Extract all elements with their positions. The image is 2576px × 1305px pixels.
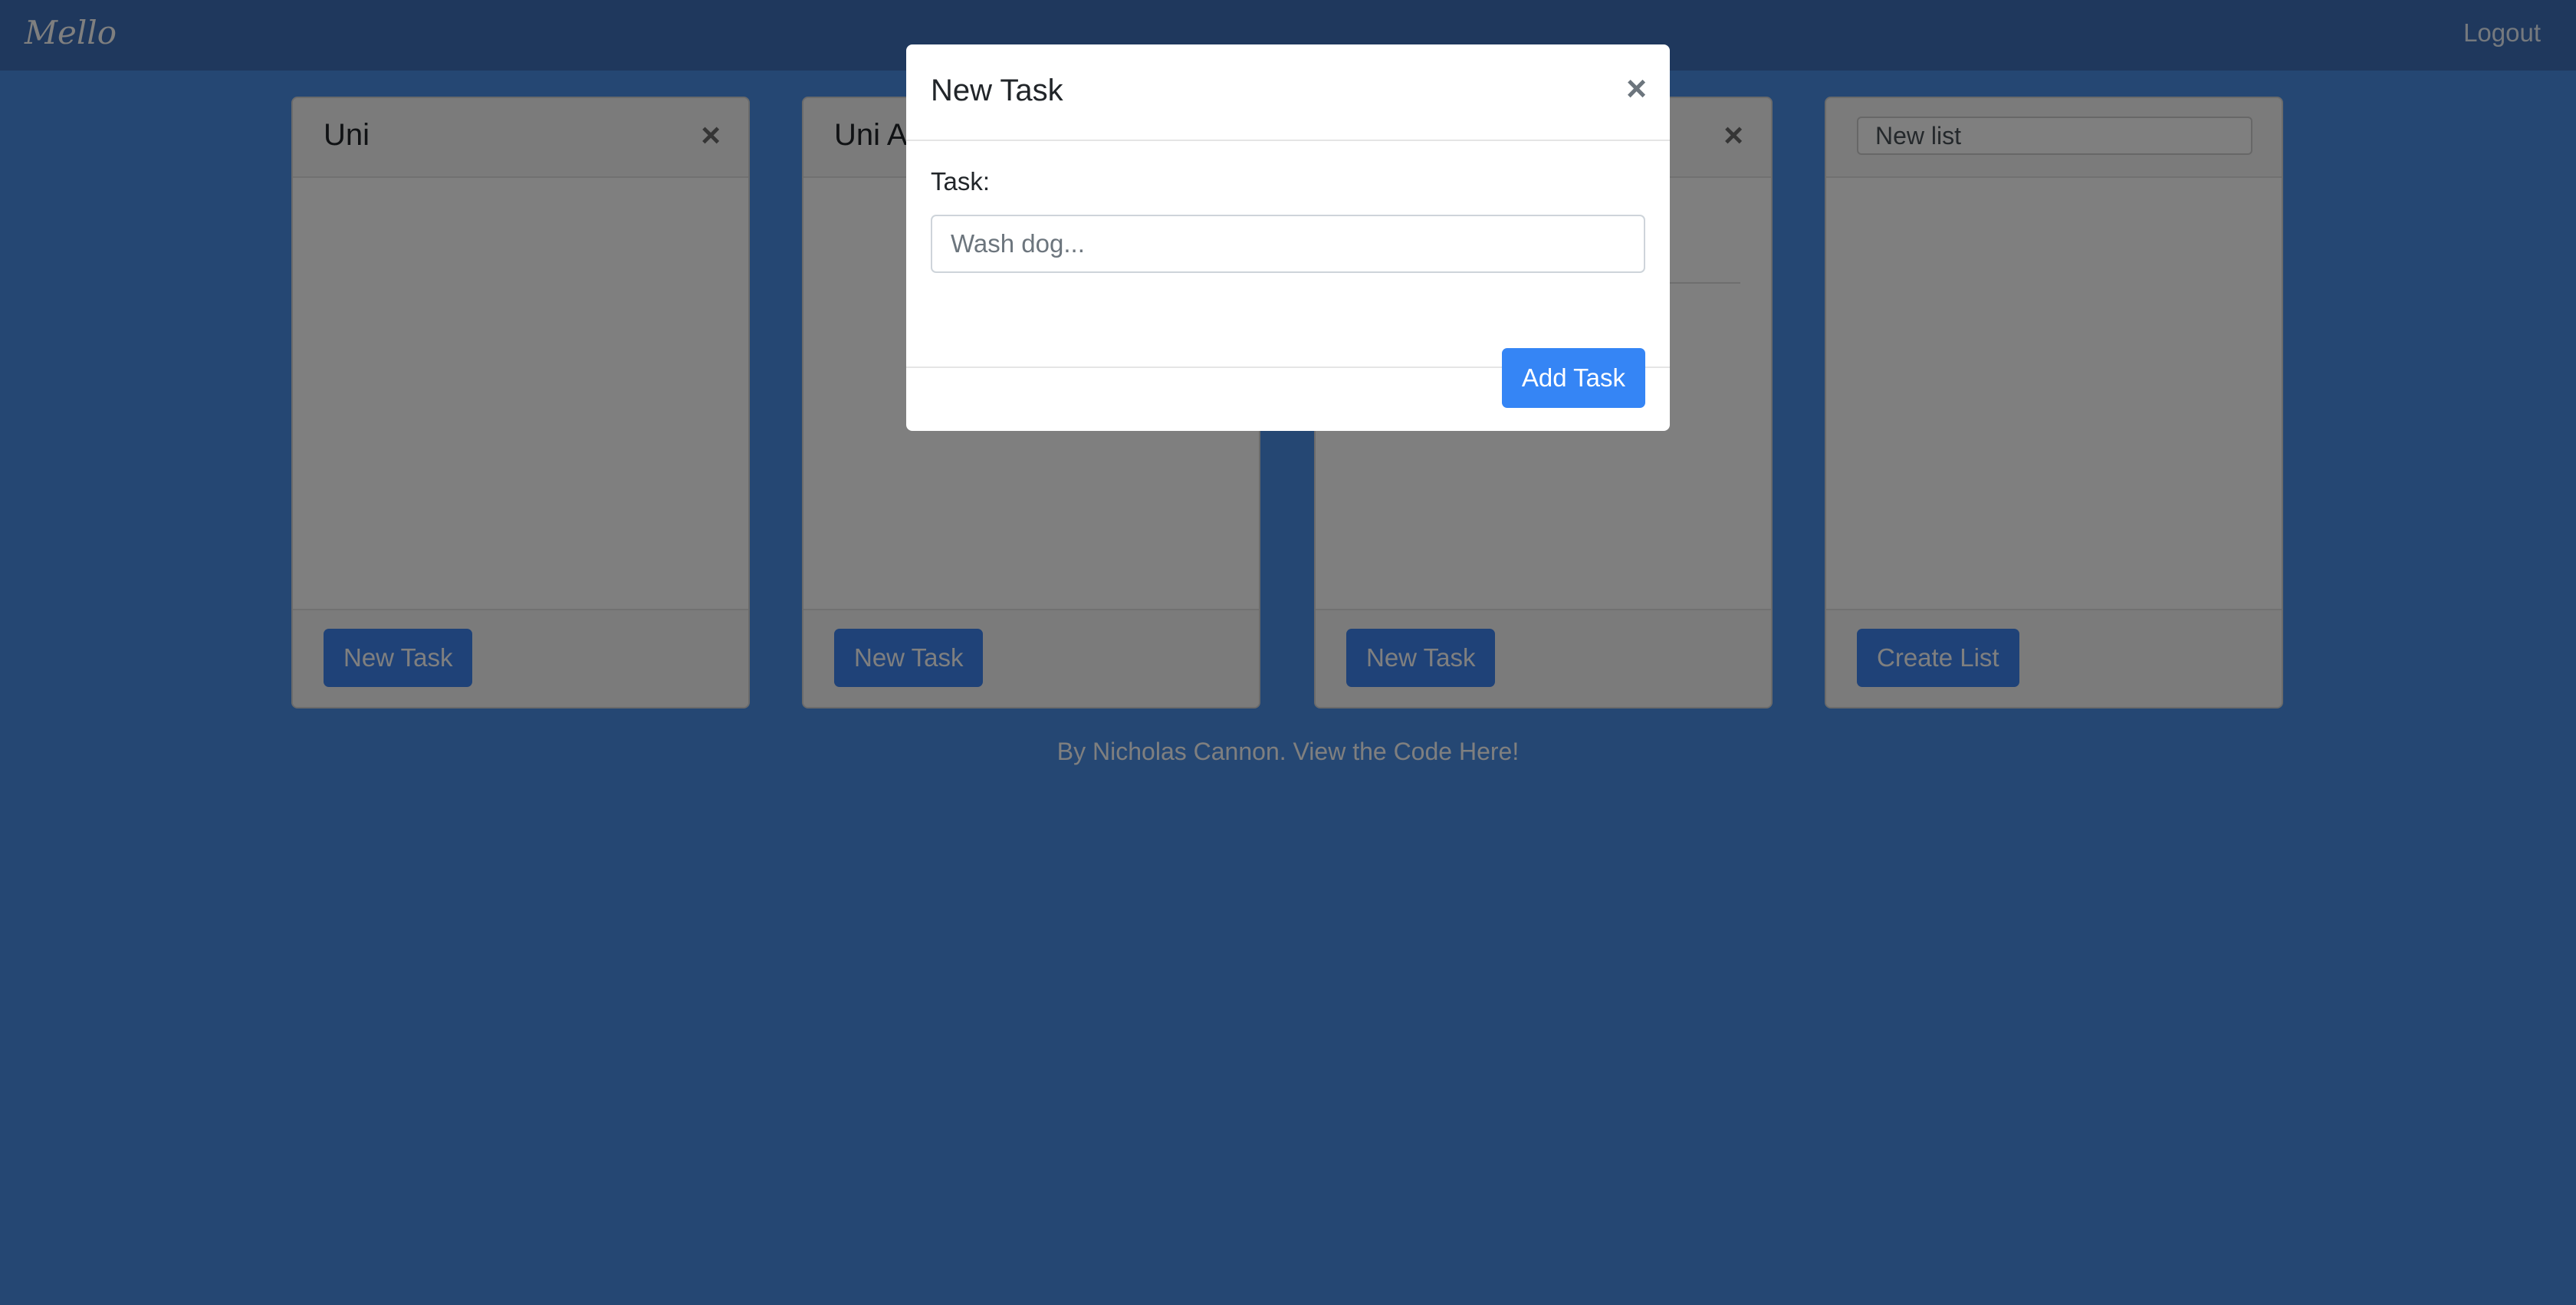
modal-header: New Task ×: [906, 44, 1670, 141]
modal-title: New Task: [931, 74, 1063, 107]
task-input[interactable]: Wash dog...: [931, 215, 1645, 273]
close-icon[interactable]: ×: [1626, 67, 1647, 109]
add-task-button[interactable]: Add Task: [1501, 348, 1645, 408]
new-task-modal: New Task × Task: Wash dog... Add Task: [906, 44, 1670, 431]
task-label: Task:: [931, 167, 991, 196]
